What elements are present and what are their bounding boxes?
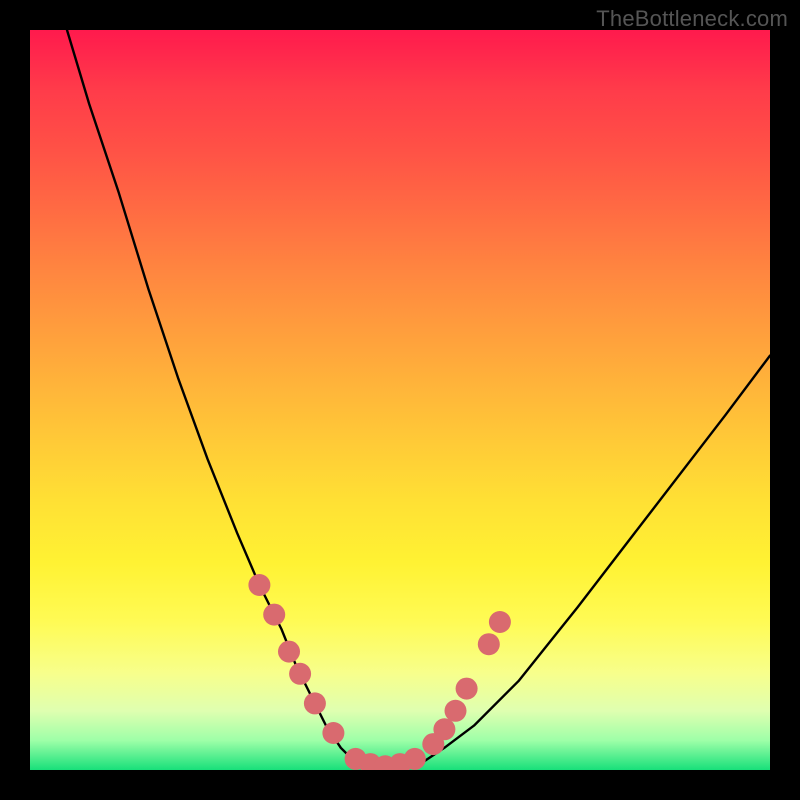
marker-dot [433, 718, 455, 740]
chart-overlay [30, 30, 770, 770]
marker-dot [304, 692, 326, 714]
watermark-text: TheBottleneck.com [596, 6, 788, 32]
marker-dot [478, 633, 500, 655]
marker-dot [489, 611, 511, 633]
marker-dot [263, 604, 285, 626]
marker-dot [278, 641, 300, 663]
marker-dot [248, 574, 270, 596]
marker-dot [445, 700, 467, 722]
marker-dot [289, 663, 311, 685]
marker-dot [456, 678, 478, 700]
marker-dot [404, 748, 426, 770]
plot-area [30, 30, 770, 770]
marker-dot [322, 722, 344, 744]
bottleneck-curve [67, 30, 770, 770]
marker-dots [248, 574, 511, 770]
chart-frame: TheBottleneck.com [0, 0, 800, 800]
